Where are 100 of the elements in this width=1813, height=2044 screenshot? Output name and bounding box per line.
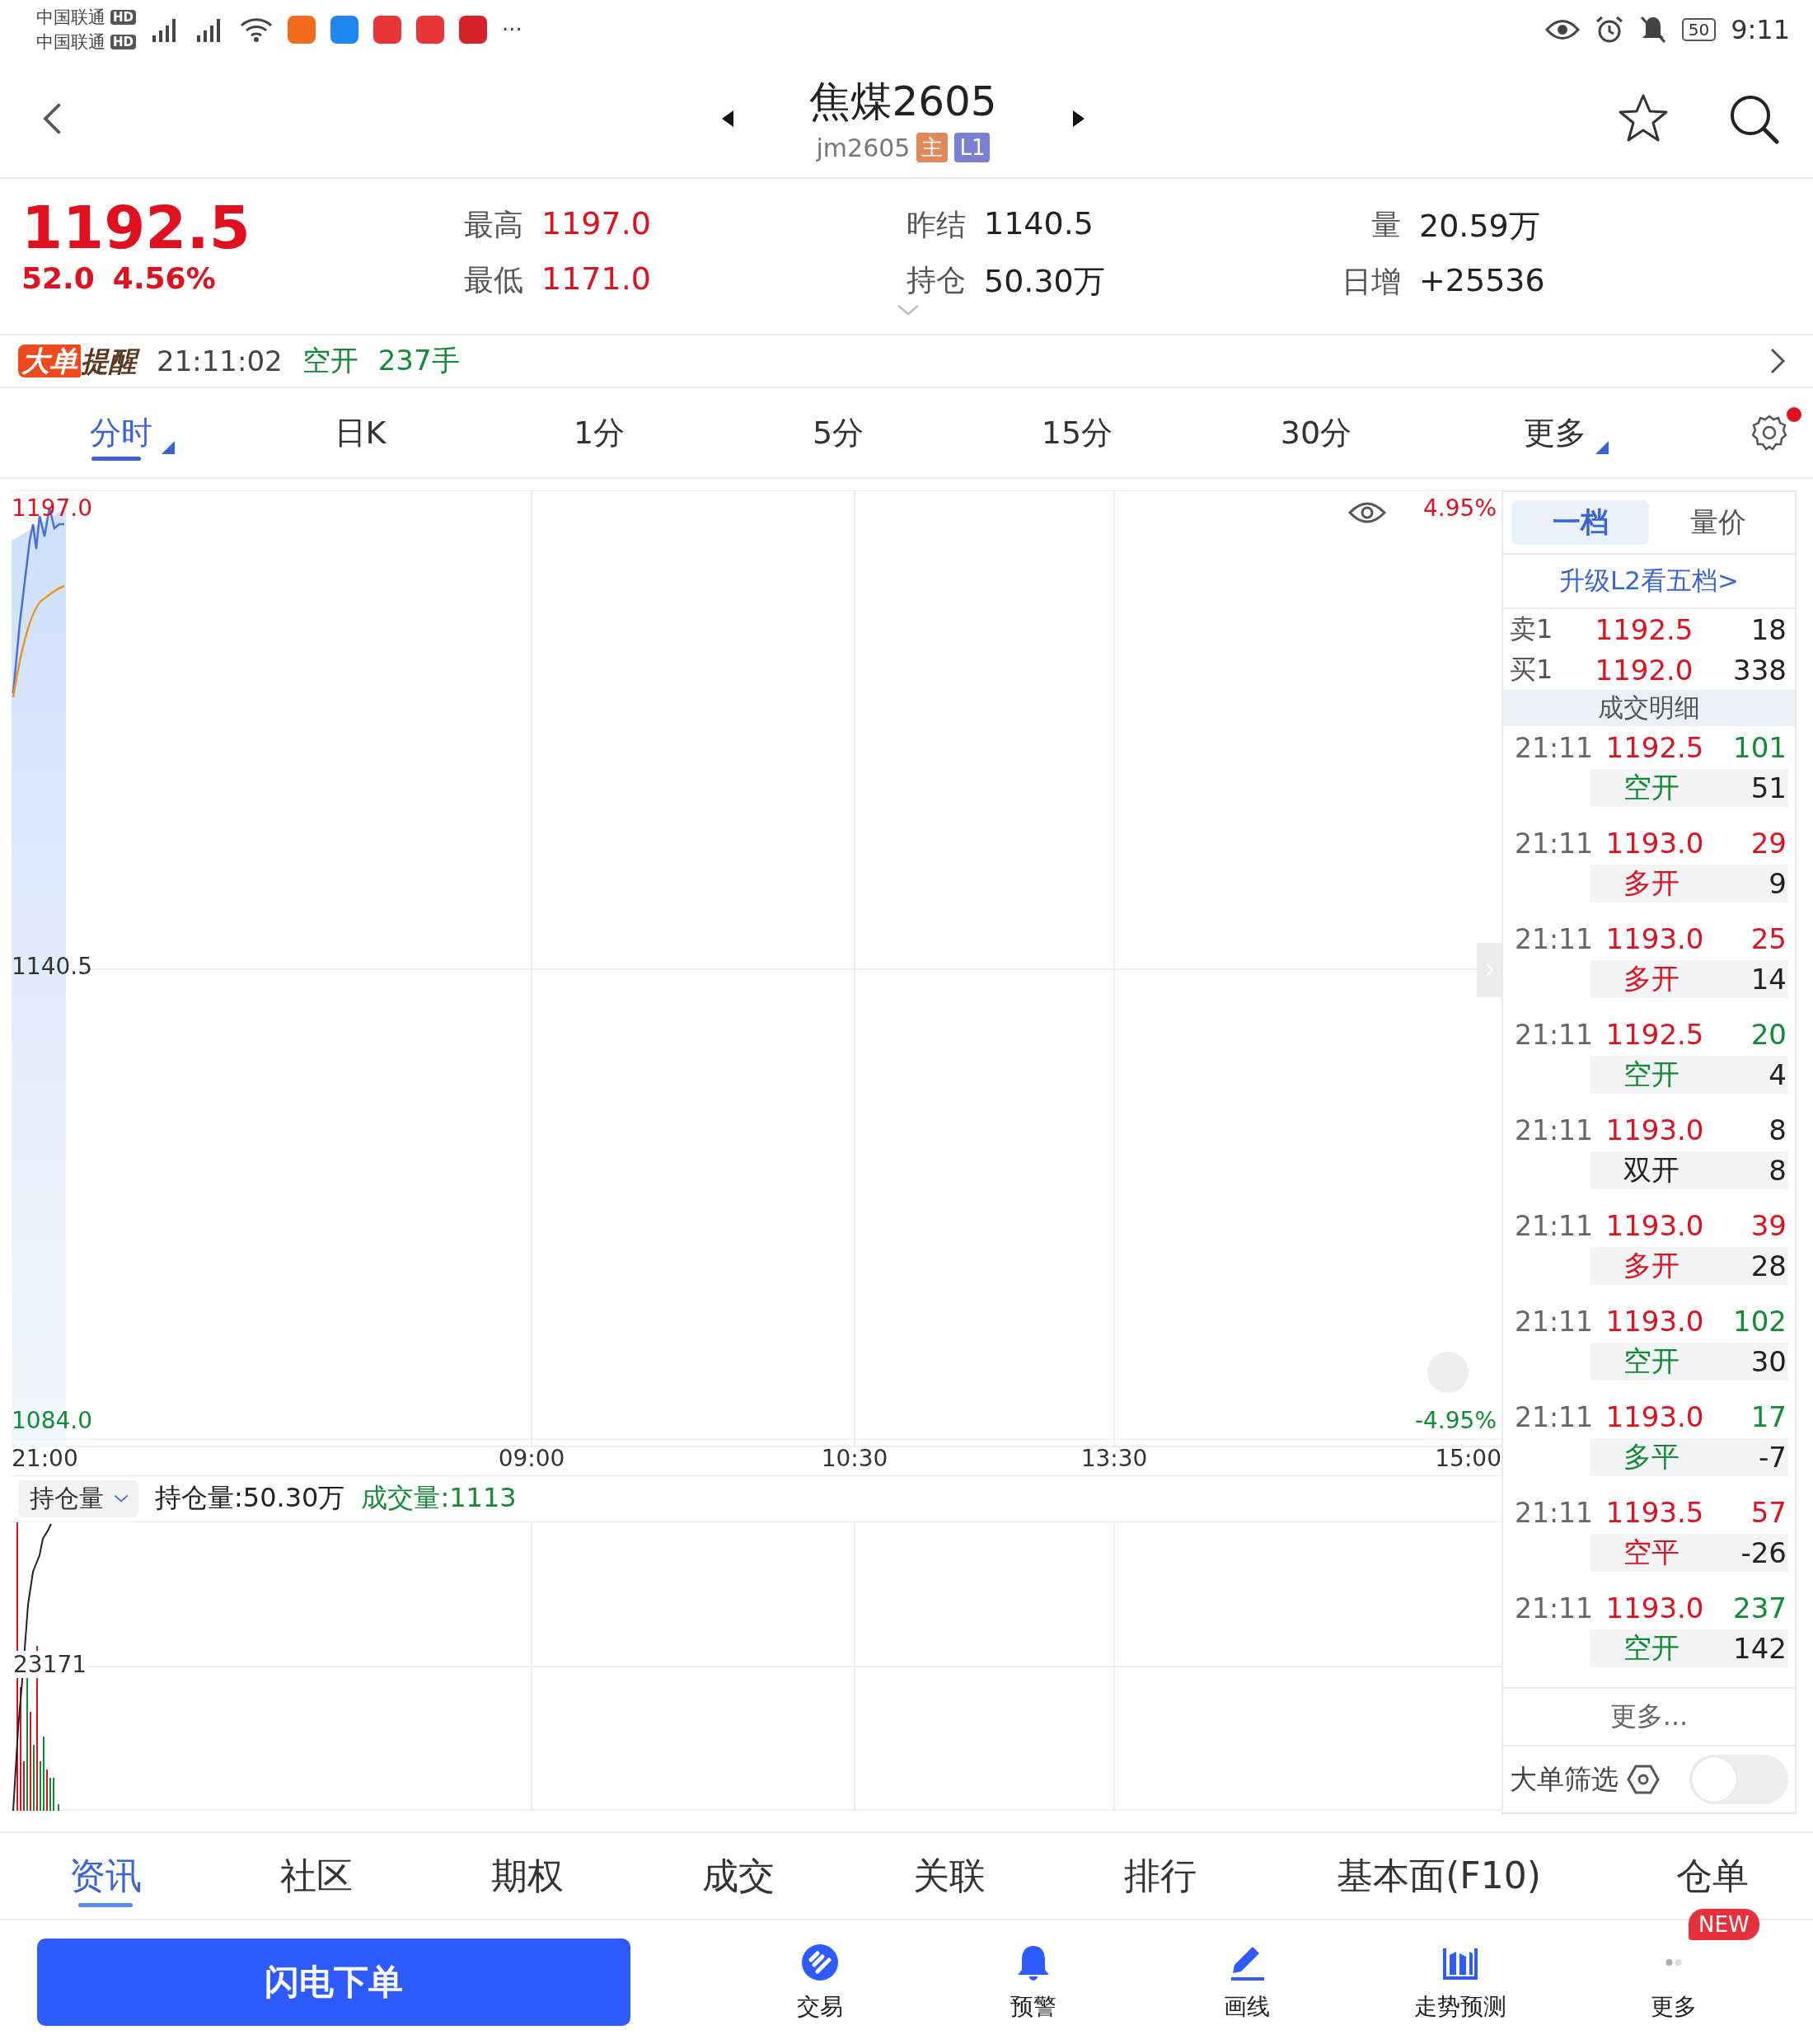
hd-badge: HD xyxy=(110,10,136,25)
carrier-name: 中国联通 xyxy=(36,7,105,29)
trade-action: 双开 xyxy=(1623,1152,1680,1188)
quick-order-button[interactable]: 闪电下单 xyxy=(37,1939,630,2026)
trade-price: 1193.0 xyxy=(1605,1305,1705,1338)
section-tab[interactable]: 期权 xyxy=(422,1833,633,1919)
position-change: 9 xyxy=(1768,867,1787,900)
period-tab[interactable]: 更多 xyxy=(1436,388,1675,477)
time-label: 09:00 xyxy=(498,1445,565,1473)
section-tab[interactable]: 社区 xyxy=(211,1833,422,1919)
trade-action: 空平 xyxy=(1623,1535,1680,1570)
low-price-label: 1084.0 xyxy=(12,1407,92,1435)
contract-tag: L1 xyxy=(954,133,991,162)
trade-volume: 20 xyxy=(1750,1018,1787,1051)
position-change: 51 xyxy=(1750,771,1787,804)
more-notifications: ··· xyxy=(502,17,522,42)
stat-label: 最低 xyxy=(464,262,523,298)
trade-volume: 8 xyxy=(1768,1113,1787,1146)
eye-icon xyxy=(1544,17,1580,42)
depth-tab[interactable]: 量价 xyxy=(1649,500,1787,545)
trade-action: 空开 xyxy=(1623,1630,1680,1666)
time-label: 13:30 xyxy=(1080,1445,1148,1473)
trade-volume: 237 xyxy=(1732,1592,1787,1624)
dropdown-corner-icon xyxy=(1595,441,1609,454)
trade-action: 空开 xyxy=(1623,1343,1680,1379)
stat-label: 昨结 xyxy=(906,207,966,243)
contract-tag: 主 xyxy=(916,133,949,162)
trade-time: 21:11 xyxy=(1515,1400,1595,1433)
toolbar-item[interactable]: 交易 xyxy=(791,1942,848,2023)
book-quantity: 338 xyxy=(1732,653,1787,687)
battery-level: 50 xyxy=(1681,18,1717,41)
down-percent-label: -4.95% xyxy=(1414,1407,1497,1435)
stat-label: 日增 xyxy=(1341,264,1401,300)
trade-price: 1193.5 xyxy=(1605,1496,1705,1529)
stat-value: 1140.5 xyxy=(984,205,1094,243)
upgrade-link[interactable]: 升级L2看五档> xyxy=(1503,555,1795,609)
settings-button[interactable] xyxy=(1750,414,1788,452)
trade-time: 21:11 xyxy=(1515,1018,1595,1051)
previous-button[interactable] xyxy=(720,108,736,129)
position-change: 30 xyxy=(1750,1345,1787,1378)
settings-icon[interactable] xyxy=(1627,1763,1660,1796)
trade-price: 1193.0 xyxy=(1605,827,1705,860)
section-tab[interactable]: 成交 xyxy=(633,1833,844,1919)
open-interest-text: 持仓量:50.30万 xyxy=(155,1481,345,1516)
toolbar-item[interactable]: 更多 xyxy=(1645,1942,1702,2023)
position-change: -7 xyxy=(1758,1441,1787,1474)
carrier-name: 中国联通 xyxy=(36,31,105,54)
book-quantity: 18 xyxy=(1750,612,1787,646)
next-button[interactable] xyxy=(1070,108,1086,129)
trade-time: 21:11 xyxy=(1515,1496,1595,1529)
trade-time: 21:11 xyxy=(1515,731,1595,764)
time-label: 15:00 xyxy=(1435,1445,1501,1473)
price-change: 52.0 xyxy=(21,261,95,295)
contract-code: jm2605 xyxy=(816,133,911,162)
contract-title: 焦煤2605 xyxy=(809,77,997,127)
period-tab[interactable]: 分时 xyxy=(2,388,241,477)
stat-value: 50.30万 xyxy=(984,262,1106,301)
trade-action: 空开 xyxy=(1623,770,1680,805)
section-tab[interactable]: 资讯 xyxy=(0,1833,211,1919)
more-trades-button[interactable]: 更多... xyxy=(1503,1687,1795,1746)
filter-label: 大单筛选 xyxy=(1510,1761,1619,1797)
trade-volume: 101 xyxy=(1732,731,1787,764)
trade-action: 空开 xyxy=(1623,1057,1680,1092)
trade-volume: 102 xyxy=(1732,1305,1787,1338)
position-change: 8 xyxy=(1768,1154,1787,1187)
period-tab[interactable]: 15分 xyxy=(958,388,1197,477)
period-tab[interactable]: 1分 xyxy=(480,388,719,477)
period-tab[interactable]: 30分 xyxy=(1197,388,1436,477)
section-tab[interactable]: 排行 xyxy=(1055,1833,1266,1919)
indicator-dropdown[interactable]: 持仓量 xyxy=(18,1479,138,1517)
toolbar-item[interactable]: 画线 xyxy=(1218,1942,1275,2023)
trade-time: 21:11 xyxy=(1515,1113,1595,1146)
period-tab[interactable]: 5分 xyxy=(719,388,958,477)
dots-icon xyxy=(1665,1959,1682,1966)
toolbar-item[interactable]: 预警 xyxy=(1005,1942,1061,2023)
toolbar-item[interactable]: 走势预测 xyxy=(1408,1942,1511,2023)
position-change: -26 xyxy=(1740,1536,1787,1569)
trade-price: 1193.0 xyxy=(1605,1113,1705,1146)
book-price: 1192.5 xyxy=(1594,612,1694,646)
last-price: 1192.5 xyxy=(21,194,251,261)
period-tab[interactable]: 日K xyxy=(241,388,480,477)
alert-time: 21:11:02 xyxy=(157,345,283,377)
left-triangle-icon xyxy=(720,108,736,129)
trade-time: 21:11 xyxy=(1515,922,1595,955)
trade-action: 多开 xyxy=(1623,1248,1680,1283)
trade-price: 1193.0 xyxy=(1605,1209,1705,1242)
stat-label: 最高 xyxy=(464,207,523,243)
position-change: 28 xyxy=(1750,1249,1787,1282)
high-price-label: 1197.0 xyxy=(12,495,92,522)
trade-time: 21:11 xyxy=(1515,1592,1595,1624)
position-change: 14 xyxy=(1750,963,1787,996)
book-side: 买1 xyxy=(1510,652,1554,687)
volume-text: 成交量:1113 xyxy=(361,1481,517,1516)
trade-price: 1193.0 xyxy=(1605,1592,1705,1624)
section-tab[interactable]: 基本面(F10) xyxy=(1266,1833,1612,1919)
trade-action: 多平 xyxy=(1623,1439,1680,1474)
section-tab[interactable]: 关联 xyxy=(844,1833,1055,1919)
depth-tab[interactable]: 一档 xyxy=(1511,500,1649,545)
mute-icon xyxy=(1638,15,1667,45)
trade-time: 21:11 xyxy=(1515,1209,1595,1242)
